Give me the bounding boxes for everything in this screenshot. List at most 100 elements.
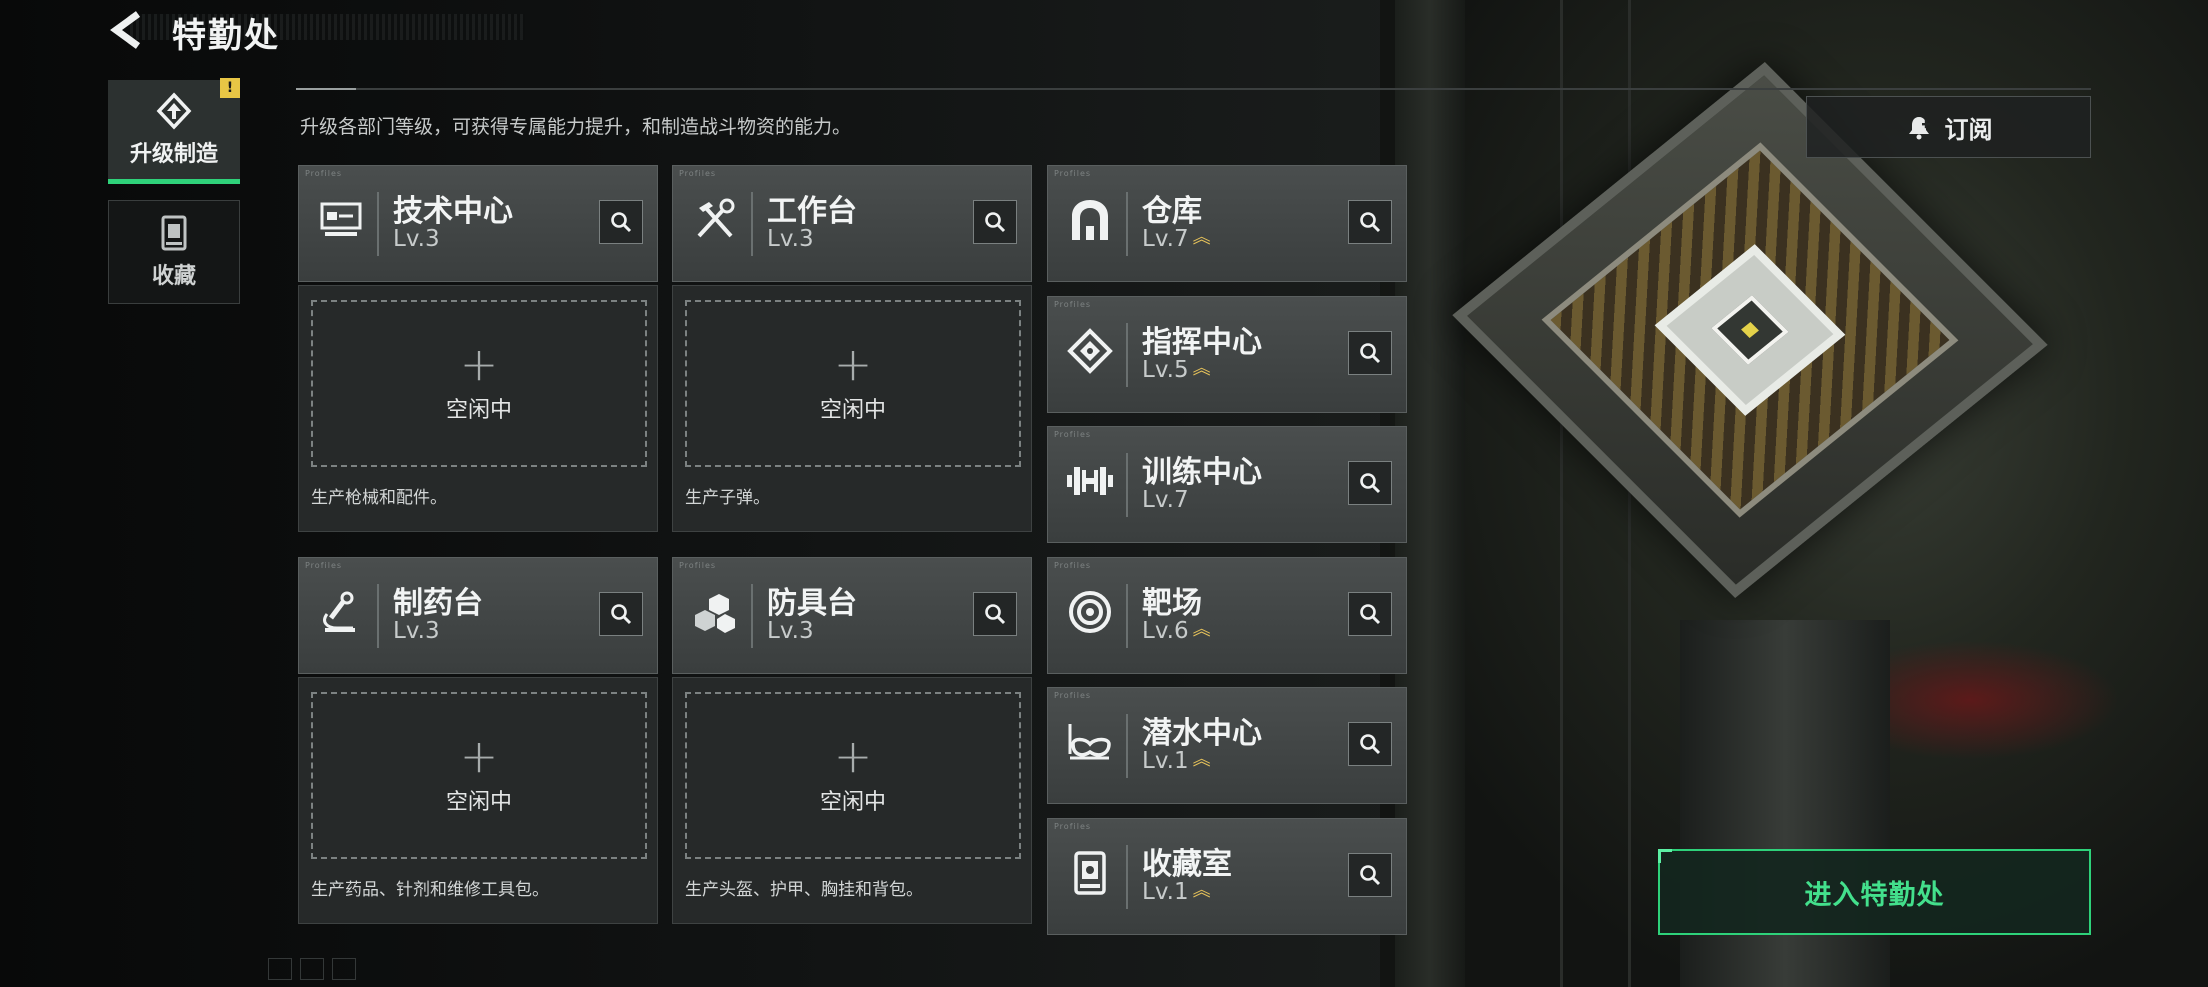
card-divider [751,192,753,256]
slot-status: 空闲中 [819,397,886,423]
subscribe-label: 订阅 [1944,115,1993,144]
chevron-left-icon [110,11,141,49]
dept-name: 防具台 [767,586,857,621]
sidebar-item-upgrade[interactable]: ! 升级制造 [108,78,240,184]
back-button[interactable] [104,10,152,50]
subscribe-button[interactable]: 订阅 [1806,96,2091,158]
dept-name: 指挥中心 [1142,325,1262,360]
collection-icon [161,215,187,251]
production-slot[interactable]: + 空闲中 生产头盔、护甲、胸挂和背包。 [672,677,1032,924]
inspect-button[interactable] [1348,331,1392,375]
dept-level: Lv.7 [1142,487,1189,513]
dept-name: 技术中心 [393,194,513,229]
dept-card-shooting-range[interactable]: Profiles 靶场 Lv.6 ︽ [1047,557,1407,674]
workbench-icon [697,198,735,238]
dept-level: Lv.3 [767,226,814,252]
button-corner-accent [1658,849,1672,863]
card-divider [377,584,379,648]
dept-name: 收藏室 [1142,847,1232,882]
diving-mask-icon [1068,724,1111,760]
dept-name: 仓库 [1142,194,1202,229]
plus-icon: + [833,728,873,783]
production-slot[interactable]: + 空闲中 生产枪械和配件。 [298,285,658,532]
dept-card-command-center[interactable]: Profiles 指挥中心 Lv.5 ︽ [1047,296,1407,413]
card-tag: Profiles [1054,561,1092,570]
inspect-button[interactable] [1348,592,1392,636]
pharmacy-icon [323,591,355,632]
dept-level: Lv.1 ︽ [1142,879,1211,905]
card-tag: Profiles [679,561,717,570]
upgrade-icon [156,91,192,130]
inspect-button[interactable] [1348,853,1392,897]
card-divider [1126,714,1128,778]
dept-name: 制药台 [393,586,483,621]
dept-card-pharmacy[interactable]: Profiles 制药台 Lv.3 [298,557,658,674]
slot-description: 生产药品、针剂和维修工具包。 [311,880,549,900]
slot-dropzone[interactable]: + 空闲中 [685,692,1021,859]
dept-card-training-center[interactable]: Profiles 训练中心 Lv.7 [1047,426,1407,543]
production-slot[interactable]: + 空闲中 生产药品、针剂和维修工具包。 [298,677,658,924]
plus-icon: + [833,336,873,391]
dept-level: Lv.6 ︽ [1142,618,1211,644]
upgrade-available-icon: ︽ [1192,880,1211,901]
dept-level: Lv.3 [393,618,440,644]
dept-card-diving-center[interactable]: Profiles 潜水中心 Lv.1 ︽ [1047,687,1407,804]
dept-level: Lv.3 [393,226,440,252]
sidebar-item-label: 收藏 [151,264,196,289]
upgrade-available-icon: ︽ [1192,749,1211,770]
dept-card-workbench[interactable]: Profiles 工作台 Lv.3 [672,165,1032,282]
search-icon [1360,343,1381,364]
search-icon [1360,212,1381,233]
search-icon [1360,865,1381,886]
dept-name: 工作台 [767,194,857,229]
bell-plus-icon [1908,117,1930,140]
slot-status: 空闲中 [819,789,886,815]
slot-dropzone[interactable]: + 空闲中 [685,300,1021,467]
search-icon [1360,604,1381,625]
slot-description: 生产头盔、护甲、胸挂和背包。 [685,880,923,900]
dept-card-collection-room[interactable]: Profiles 收藏室 Lv.1 ︽ [1047,818,1407,935]
inspect-button[interactable] [1348,200,1392,244]
slot-dropzone[interactable]: + 空闲中 [311,300,647,467]
card-divider [1126,192,1128,256]
card-divider [751,584,753,648]
inspect-button[interactable] [973,200,1017,244]
inspect-button[interactable] [599,592,643,636]
inspect-button[interactable] [973,592,1017,636]
card-tag: Profiles [1054,691,1092,700]
search-icon [1360,734,1381,755]
tech-center-icon [320,202,362,236]
upgrade-available-icon: ︽ [1192,227,1211,248]
card-tag: Profiles [305,561,343,570]
production-slot[interactable]: + 空闲中 生产子弹。 [672,285,1032,532]
card-tag: Profiles [1054,430,1092,439]
inspect-button[interactable] [1348,461,1392,505]
inspect-button[interactable] [599,200,643,244]
plus-icon: + [459,728,499,783]
card-tag: Profiles [679,169,717,178]
warehouse-icon [1072,200,1108,240]
slot-status: 空闲中 [445,789,512,815]
dept-card-warehouse[interactable]: Profiles 仓库 Lv.7 ︽ [1047,165,1407,282]
slot-dropzone[interactable]: + 空闲中 [311,692,647,859]
slot-status: 空闲中 [445,397,512,423]
dept-card-tech-center[interactable]: Profiles 技术中心 Lv.3 [298,165,658,282]
sidebar-item-collection[interactable]: 收藏 [108,200,240,304]
slot-description: 生产子弹。 [685,488,770,508]
card-tag: Profiles [1054,169,1092,178]
bottom-decoration [268,958,356,980]
dept-level: Lv.3 [767,618,814,644]
target-icon [1069,591,1111,633]
dept-level: Lv.7 ︽ [1142,226,1211,252]
collection-room-icon [1074,851,1106,895]
card-divider [377,192,379,256]
armor-bench-icon [695,594,735,633]
card-tag: Profiles [1054,300,1092,309]
upgrade-available-icon: ︽ [1192,358,1211,379]
dept-card-armor-bench[interactable]: Profiles 防具台 Lv.3 [672,557,1032,674]
card-divider [1126,845,1128,909]
search-icon [611,212,632,233]
enter-special-ops-button[interactable]: 进入特勤处 [1658,849,2091,935]
card-tag: Profiles [1054,822,1092,831]
inspect-button[interactable] [1348,722,1392,766]
